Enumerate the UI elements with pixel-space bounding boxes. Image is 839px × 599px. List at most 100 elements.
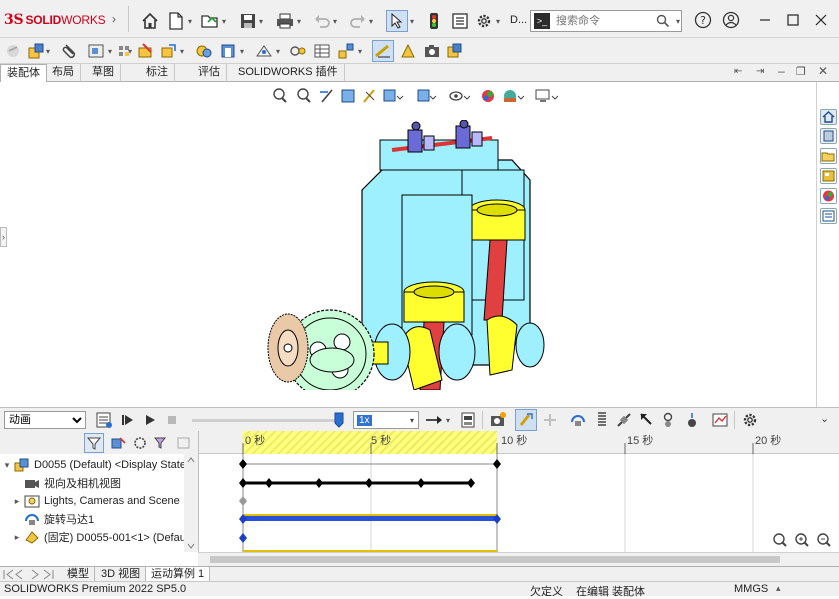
tab-motion-study-1[interactable]: 运动算例 1 xyxy=(146,567,211,582)
play-icon[interactable] xyxy=(140,410,160,430)
take-snapshot-icon[interactable] xyxy=(422,41,442,61)
insert-components-icon[interactable] xyxy=(26,41,46,61)
tab-sketch[interactable]: 草图 xyxy=(86,64,121,82)
motion-study-properties-icon[interactable] xyxy=(740,410,760,430)
units-dropdown-icon[interactable]: ▴ xyxy=(776,583,781,594)
speed-dropdown-icon[interactable]: ▾ xyxy=(410,416,414,425)
large-assembly-settings-icon[interactable] xyxy=(444,41,464,61)
autokey-icon[interactable] xyxy=(515,409,537,431)
engine-assembly-model[interactable] xyxy=(262,120,582,390)
gravity-icon[interactable] xyxy=(682,410,702,430)
expand-arrow-icon[interactable]: ▸ xyxy=(10,532,24,543)
timeline-zoom-controls[interactable] xyxy=(771,531,837,551)
open-icon[interactable] xyxy=(200,11,220,31)
tree-row-assembly[interactable]: ▾ D0055 (Default) <Display State xyxy=(0,456,198,474)
timeline-keys[interactable] xyxy=(199,454,839,552)
tab-scroll-right-icon[interactable]: ⇥ xyxy=(756,66,764,77)
minimize-button[interactable] xyxy=(752,10,778,30)
expand-arrow-icon[interactable]: ▸ xyxy=(10,496,24,507)
home-icon[interactable] xyxy=(140,11,160,31)
timeline-ruler[interactable]: 0 秒 5 秒 10 秒 15 秒 20 秒 xyxy=(199,431,839,454)
tree-vertical-scrollbar[interactable] xyxy=(184,454,198,552)
menu-expand-icon[interactable]: › xyxy=(112,12,116,26)
doc-restore-icon[interactable]: ❐ xyxy=(796,65,806,78)
tab-solidworks-addins[interactable]: SOLIDWORKS 插件 xyxy=(232,64,345,82)
playback-mode-icon[interactable] xyxy=(424,410,444,430)
contact-icon[interactable] xyxy=(658,410,678,430)
search-input[interactable] xyxy=(556,15,652,27)
linear-pattern-icon[interactable] xyxy=(116,41,136,61)
search-dropdown-icon[interactable]: ▾ xyxy=(676,17,680,26)
redo-dropdown-icon[interactable]: ▾ xyxy=(369,17,373,26)
add-update-key-icon[interactable] xyxy=(540,410,560,430)
appearances-scenes-icon[interactable] xyxy=(820,188,837,204)
tab-navigation-arrows[interactable] xyxy=(2,569,56,580)
open-dropdown-icon[interactable]: ▾ xyxy=(222,17,226,26)
motor-icon[interactable] xyxy=(568,410,588,430)
doc-close-icon[interactable]: ✕ xyxy=(818,64,828,78)
feature-tree-flyout-toggle[interactable]: › xyxy=(0,227,7,247)
view-palette-icon[interactable] xyxy=(820,168,837,184)
filter-animated-icon[interactable] xyxy=(84,433,104,453)
smart-fasteners-icon[interactable] xyxy=(136,41,156,61)
tab-evaluate[interactable]: 评估 xyxy=(192,64,227,82)
print-dropdown-icon[interactable]: ▾ xyxy=(297,17,301,26)
playback-speed-select[interactable]: 1x ▾ xyxy=(353,411,419,429)
help-question-icon[interactable]: ? xyxy=(690,10,716,30)
select-arrow-icon[interactable] xyxy=(386,10,408,32)
playback-mode-dropdown-icon[interactable]: ▾ xyxy=(446,416,450,425)
custom-properties-icon[interactable] xyxy=(820,208,837,224)
redo-icon[interactable] xyxy=(348,11,368,31)
doc-minimize-icon[interactable]: – xyxy=(778,64,785,78)
spring-icon[interactable] xyxy=(592,410,612,430)
user-account-icon[interactable] xyxy=(718,10,744,30)
preview-dropdown-icon[interactable]: ▾ xyxy=(108,47,112,56)
playback-slider[interactable] xyxy=(192,412,344,428)
undo-dropdown-icon[interactable]: ▾ xyxy=(333,17,337,26)
graphics-area[interactable]: › xyxy=(0,82,816,407)
tab-scroll-left-icon[interactable]: ⇤ xyxy=(734,66,742,77)
damper-icon[interactable] xyxy=(614,410,634,430)
options-gear-icon[interactable] xyxy=(474,11,494,31)
file-explorer-icon[interactable] xyxy=(820,148,837,164)
filter-results-icon[interactable] xyxy=(152,433,172,453)
save-animation-icon[interactable] xyxy=(458,410,478,430)
edit-component-icon[interactable] xyxy=(4,41,24,61)
bill-of-materials-icon[interactable] xyxy=(312,41,332,61)
tab-assembly[interactable]: 装配体 xyxy=(0,64,47,82)
assembly-features-icon[interactable] xyxy=(218,41,238,61)
tab-layout[interactable]: 布局 xyxy=(46,64,81,82)
scrollbar-thumb[interactable] xyxy=(210,556,780,563)
exploded-view-icon[interactable] xyxy=(336,41,356,61)
tree-row-rotary-motor[interactable]: 旋转马达1 xyxy=(0,510,198,528)
timeline-horizontal-scrollbar[interactable] xyxy=(198,552,839,566)
tab-3d-views[interactable]: 3D 视图 xyxy=(96,567,147,582)
results-plots-icon[interactable] xyxy=(710,410,730,430)
collapse-tree-icon[interactable] xyxy=(174,433,194,453)
instant3d-icon[interactable] xyxy=(372,40,394,62)
collapse-arrow-icon[interactable]: ▾ xyxy=(0,460,14,471)
solidworks-logo[interactable]: 3S SOLID WORKS xyxy=(4,12,106,28)
move-dropdown-icon[interactable]: ▾ xyxy=(180,47,184,56)
reference-dropdown-icon[interactable]: ▾ xyxy=(276,47,280,56)
tab-markup[interactable]: 标注 xyxy=(140,64,175,82)
component-preview-icon[interactable] xyxy=(86,41,106,61)
update-speedpak-icon[interactable] xyxy=(398,41,418,61)
timeline-area[interactable]: 0 秒 5 秒 10 秒 15 秒 20 秒 xyxy=(198,431,839,566)
slider-thumb[interactable] xyxy=(334,412,344,428)
filter-driving-icon[interactable] xyxy=(108,433,128,453)
print-icon[interactable] xyxy=(275,11,295,31)
search-icon[interactable] xyxy=(656,14,670,28)
heads-up-view-toolbar[interactable] xyxy=(270,86,570,106)
play-from-start-icon[interactable] xyxy=(118,410,138,430)
tree-row-fixed-part[interactable]: ▸ (固定) D0055-001<1> (Default xyxy=(0,528,198,546)
close-button[interactable] xyxy=(808,10,834,30)
move-component-icon[interactable] xyxy=(158,41,178,61)
features-dropdown-icon[interactable]: ▾ xyxy=(240,47,244,56)
show-hidden-components-icon[interactable] xyxy=(194,41,214,61)
study-type-select[interactable]: 动画 xyxy=(4,411,86,429)
file-properties-icon[interactable] xyxy=(450,11,470,31)
design-library-icon[interactable] xyxy=(820,128,837,144)
select-dropdown-icon[interactable]: ▾ xyxy=(410,17,414,26)
maximize-button[interactable] xyxy=(780,10,806,30)
